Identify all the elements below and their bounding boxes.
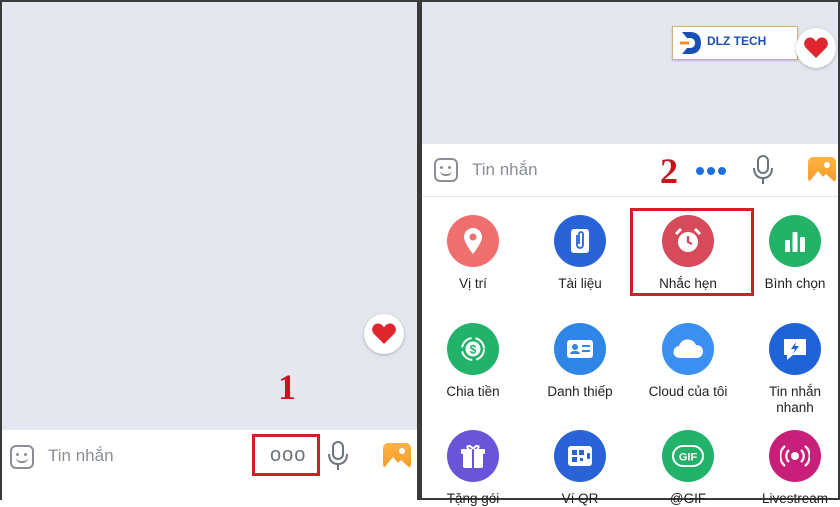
message-input-bar: Tin nhắn ooo bbox=[2, 430, 419, 500]
paperclip-document-icon bbox=[554, 215, 606, 267]
feature-split-bill[interactable]: $ Chia tiền bbox=[423, 323, 523, 400]
quick-message-icon bbox=[769, 323, 821, 375]
chat-screen-left: 1 Tin nhắn ooo bbox=[0, 0, 419, 500]
heart-reaction-button[interactable] bbox=[796, 28, 836, 68]
feature-label: Tặng gói bbox=[446, 491, 500, 506]
livestream-icon bbox=[769, 430, 821, 482]
chat-screen-right: DLZ TECH Tin nhắn 2 Vị trí Tài liệu Nhắc… bbox=[422, 0, 840, 506]
feature-gift[interactable]: Tặng gói bbox=[423, 430, 523, 507]
feature-qr-wallet[interactable]: Ví QR bbox=[530, 430, 630, 507]
bar-chart-icon bbox=[769, 215, 821, 267]
feature-my-cloud[interactable]: Cloud của tôi bbox=[638, 323, 738, 400]
photo-gallery-icon[interactable] bbox=[808, 157, 836, 183]
more-options-button[interactable] bbox=[696, 167, 726, 175]
gift-icon bbox=[447, 430, 499, 482]
feature-label: Chia tiền bbox=[446, 384, 500, 399]
highlight-box-more bbox=[252, 434, 320, 476]
photo-gallery-icon[interactable] bbox=[383, 443, 411, 469]
feature-label: Bình chọn bbox=[764, 276, 826, 291]
feature-location[interactable]: Vị trí bbox=[423, 215, 523, 292]
contact-card-icon bbox=[554, 323, 606, 375]
microphone-icon[interactable] bbox=[752, 155, 774, 190]
feature-gif[interactable]: GIF @GIF bbox=[638, 430, 738, 507]
feature-label: Danh thiếp bbox=[547, 384, 613, 399]
heart-icon bbox=[372, 323, 396, 344]
message-input[interactable]: Tin nhắn bbox=[48, 446, 114, 466]
feature-document[interactable]: Tài liệu bbox=[530, 215, 630, 292]
feature-poll[interactable]: Bình chọn bbox=[745, 215, 840, 292]
feature-label: @GIF bbox=[669, 491, 707, 506]
location-pin-icon bbox=[447, 215, 499, 267]
qr-wallet-icon bbox=[554, 430, 606, 482]
step-one-label: 1 bbox=[278, 367, 296, 407]
highlight-box-reminder bbox=[630, 208, 754, 296]
step-two-label: 2 bbox=[660, 151, 678, 191]
heart-icon bbox=[804, 37, 828, 58]
dollar-split-icon: $ bbox=[447, 323, 499, 375]
emoji-icon[interactable] bbox=[434, 158, 458, 182]
feature-label: Vị trí bbox=[459, 276, 487, 291]
logo-text: DLZ TECH bbox=[707, 34, 767, 48]
dlz-logo-icon bbox=[680, 32, 701, 54]
feature-label: Tin nhắn nhanh bbox=[768, 384, 822, 415]
feature-quick-message[interactable]: Tin nhắn nhanh bbox=[745, 323, 840, 416]
svg-text:$: $ bbox=[470, 343, 477, 357]
feature-label: Cloud của tôi bbox=[648, 384, 728, 399]
feature-label: Tài liệu bbox=[558, 276, 602, 291]
feature-label: Livestream bbox=[761, 491, 829, 506]
message-input-bar: Tin nhắn bbox=[422, 144, 838, 197]
feature-business-card[interactable]: Danh thiếp bbox=[530, 323, 630, 400]
svg-text:GIF: GIF bbox=[679, 452, 698, 464]
feature-livestream[interactable]: Livestream bbox=[745, 430, 840, 507]
cloud-icon bbox=[662, 323, 714, 375]
microphone-icon[interactable] bbox=[327, 441, 349, 476]
message-input[interactable]: Tin nhắn bbox=[472, 160, 538, 180]
feature-label: Ví QR bbox=[561, 491, 599, 506]
gif-icon: GIF bbox=[662, 430, 714, 482]
logo-watermark: DLZ TECH bbox=[672, 26, 798, 60]
heart-reaction-button[interactable] bbox=[364, 314, 404, 354]
chat-area bbox=[422, 2, 838, 144]
emoji-icon[interactable] bbox=[10, 445, 34, 469]
